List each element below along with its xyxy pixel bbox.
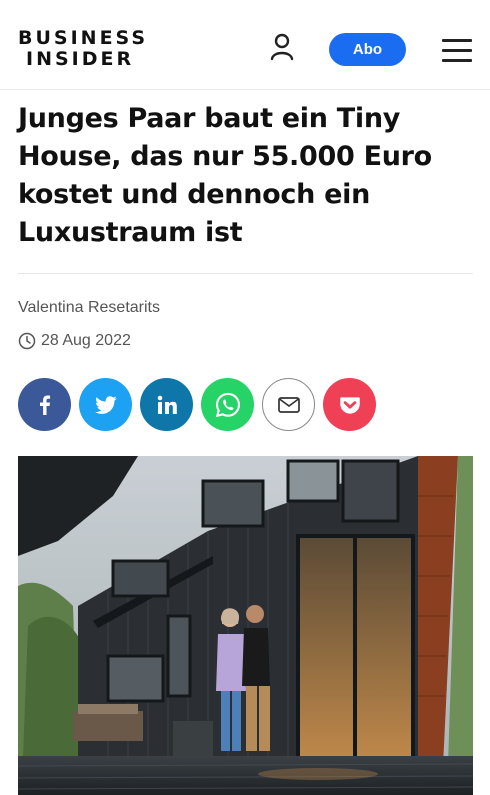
article-headline: Junges Paar baut ein Tiny House, das nur… bbox=[18, 103, 432, 248]
author-name[interactable]: Valentina Resetarits bbox=[18, 299, 160, 317]
business-insider-logo[interactable]: BUSINESS INSIDER bbox=[18, 28, 148, 70]
share-email-button[interactable] bbox=[262, 378, 315, 431]
site-header: BUSINESS INSIDER Abo bbox=[0, 0, 490, 90]
share-pocket-button[interactable] bbox=[323, 378, 376, 431]
clock-icon bbox=[18, 332, 36, 350]
linkedin-icon bbox=[157, 395, 177, 414]
whatsapp-icon bbox=[215, 392, 240, 417]
divider bbox=[18, 273, 473, 274]
logo-line-1: BUSINESS bbox=[18, 27, 149, 49]
share-bar bbox=[18, 378, 384, 431]
tiny-house-photo bbox=[18, 456, 473, 795]
subscribe-button[interactable]: Abo bbox=[329, 33, 406, 66]
article-hero-image[interactable] bbox=[18, 456, 473, 795]
menu-button[interactable] bbox=[440, 35, 474, 65]
user-icon bbox=[270, 33, 294, 61]
date-text: 28 Aug 2022 bbox=[41, 332, 131, 349]
publish-date: 28 Aug 2022 bbox=[18, 332, 131, 350]
share-facebook-button[interactable] bbox=[18, 378, 71, 431]
share-twitter-button[interactable] bbox=[79, 378, 132, 431]
account-button[interactable] bbox=[265, 30, 299, 64]
share-linkedin-button[interactable] bbox=[140, 378, 193, 431]
facebook-icon bbox=[39, 395, 50, 415]
twitter-icon bbox=[94, 395, 117, 414]
share-whatsapp-button[interactable] bbox=[201, 378, 254, 431]
logo-line-2: INSIDER bbox=[26, 48, 135, 70]
pocket-icon bbox=[339, 396, 360, 414]
mail-icon bbox=[277, 396, 300, 413]
